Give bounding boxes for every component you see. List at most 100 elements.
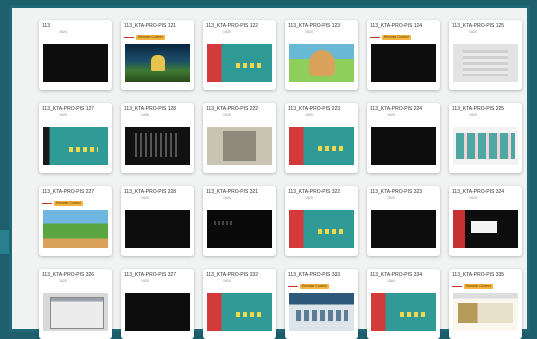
screen-thumbnail[interactable] xyxy=(43,127,108,165)
display-card[interactable]: 113_KTA-PRO-PIS 122 1920 xyxy=(203,20,276,90)
remote-control-badge[interactable]: Remote Control xyxy=(300,283,329,289)
screen-thumbnail[interactable] xyxy=(125,44,190,82)
display-card-title: 113_KTA-PRO-PIS 224 xyxy=(370,106,423,112)
display-card-title: 113_KTA-PRO-PIS 323 xyxy=(370,189,423,195)
display-card[interactable]: 113_KTA-PRO-PIS 127 1920 xyxy=(39,103,112,173)
display-card-title: 113_KTA-PRO-PIS 127 xyxy=(42,106,95,112)
screen-thumbnail[interactable] xyxy=(289,44,354,82)
screen-thumbnail[interactable] xyxy=(125,127,190,165)
display-card-title: 113_KTA-PRO-PIS 335 xyxy=(452,272,505,278)
screen-thumbnail[interactable] xyxy=(43,44,108,82)
screen-thumbnail[interactable] xyxy=(43,210,108,248)
display-card[interactable]: 113_KTA-PRO-PIS 335 Remote Control xyxy=(449,269,522,339)
display-card-resolution: 1920 xyxy=(59,30,67,34)
display-card[interactable]: 113_KTA-PRO-PIS 125 1920 xyxy=(449,20,522,90)
display-card-resolution: 1458 xyxy=(141,113,149,117)
status-line xyxy=(452,285,462,287)
display-card-title: 113 xyxy=(42,23,50,29)
display-card[interactable]: 113_KTA-PRO-PIS 123 1920 xyxy=(285,20,358,90)
screen-thumbnail[interactable] xyxy=(125,210,190,248)
screen-thumbnail[interactable] xyxy=(453,293,518,331)
display-card[interactable]: 113 1920 xyxy=(39,20,112,90)
display-card[interactable]: 113_KTA-PRO-PIS 327 1920 xyxy=(121,269,194,339)
remote-control-row: Remote Control xyxy=(124,34,165,40)
display-card-title: 113_KTA-PRO-PIS 122 xyxy=(206,23,259,29)
remote-control-badge[interactable]: Remote Control xyxy=(136,34,165,40)
display-card-resolution: 1920 xyxy=(223,113,231,117)
remote-control-row: Remote Control xyxy=(288,283,329,289)
screen-thumbnail[interactable] xyxy=(371,210,436,248)
display-card[interactable]: 113_KTA-PRO-PIS 332 1920 xyxy=(203,269,276,339)
display-card-title: 113_KTA-PRO-PIS 222 xyxy=(206,106,259,112)
display-card-title: 113_KTA-PRO-PIS 123 xyxy=(288,23,341,29)
display-card-title: 113_KTA-PRO-PIS 227 xyxy=(42,189,95,195)
display-card-resolution: 1920 xyxy=(387,196,395,200)
display-card[interactable]: 113_KTA-PRO-PIS 128 1458 xyxy=(121,103,194,173)
display-card[interactable]: 113_KTA-PRO-PIS 326 1920 xyxy=(39,269,112,339)
screen-thumbnail[interactable] xyxy=(453,127,518,165)
display-card-resolution: 1920 xyxy=(141,196,149,200)
display-card-title: 113_KTA-PRO-PIS 225 xyxy=(452,106,505,112)
display-card-resolution: 1920 xyxy=(469,30,477,34)
display-card-title: 113_KTA-PRO-PIS 326 xyxy=(42,272,95,278)
display-grid: 113 1920 113_KTA-PRO-PIS 121 Remote Control… xyxy=(39,20,522,339)
display-card-resolution: 1920 xyxy=(305,113,313,117)
display-card-resolution: 1920 xyxy=(469,113,477,117)
screen-thumbnail[interactable] xyxy=(453,210,518,248)
display-card[interactable]: 113_KTA-PRO-PIS 124 Remote Control xyxy=(367,20,440,90)
display-card[interactable]: 113_KTA-PRO-PIS 227 Remote Control xyxy=(39,186,112,256)
display-card-resolution: 1920 xyxy=(223,30,231,34)
screen-thumbnail[interactable] xyxy=(125,293,190,331)
display-card-title: 113_KTA-PRO-PIS 322 xyxy=(288,189,341,195)
display-card-resolution: 1920 xyxy=(141,279,149,283)
display-card-resolution: 1920 xyxy=(59,279,67,283)
display-card-title: 113_KTA-PRO-PIS 333 xyxy=(288,272,341,278)
display-card-title: 113_KTA-PRO-PIS 223 xyxy=(288,106,341,112)
screen-thumbnail[interactable] xyxy=(207,210,272,248)
display-card[interactable]: 113_KTA-PRO-PIS 224 1920 xyxy=(367,103,440,173)
display-card-resolution: 1364 xyxy=(387,279,395,283)
screen-thumbnail[interactable] xyxy=(207,293,272,331)
display-card[interactable]: 113_KTA-PRO-PIS 333 Remote Control xyxy=(285,269,358,339)
status-line xyxy=(288,285,298,287)
remote-control-badge[interactable]: Remote Control xyxy=(464,283,493,289)
screen-thumbnail[interactable] xyxy=(371,293,436,331)
remote-control-badge[interactable]: Remote Control xyxy=(382,34,411,40)
display-card[interactable]: 113_KTA-PRO-PIS 121 Remote Control xyxy=(121,20,194,90)
display-card[interactable]: 113_KTA-PRO-PIS 334 1364 xyxy=(367,269,440,339)
display-card-title: 113_KTA-PRO-PIS 327 xyxy=(124,272,177,278)
display-card-title: 113_KTA-PRO-PIS 332 xyxy=(206,272,259,278)
display-card-title: 113_KTA-PRO-PIS 121 xyxy=(124,23,177,29)
screen-thumbnail[interactable] xyxy=(371,44,436,82)
display-card-resolution: 1920 xyxy=(305,196,313,200)
display-card-resolution: 1924 xyxy=(469,196,477,200)
screen-thumbnail[interactable] xyxy=(453,44,518,82)
remote-control-row: Remote Control xyxy=(42,200,83,206)
display-card-title: 113_KTA-PRO-PIS 324 xyxy=(452,189,505,195)
status-line xyxy=(124,36,134,38)
status-line xyxy=(370,36,380,38)
display-card[interactable]: 113_KTA-PRO-PIS 228 1920 xyxy=(121,186,194,256)
remote-control-badge[interactable]: Remote Control xyxy=(54,200,83,206)
display-card-resolution: 1920 xyxy=(305,30,313,34)
display-card[interactable]: 113_KTA-PRO-PIS 222 1920 xyxy=(203,103,276,173)
display-card[interactable]: 113_KTA-PRO-PIS 323 1920 xyxy=(367,186,440,256)
display-card[interactable]: 113_KTA-PRO-PIS 225 1920 xyxy=(449,103,522,173)
thumbnail-panel: 113 1920 113_KTA-PRO-PIS 121 Remote Control… xyxy=(9,5,530,339)
screen-thumbnail[interactable] xyxy=(371,127,436,165)
display-card-title: 113_KTA-PRO-PIS 334 xyxy=(370,272,423,278)
screen-thumbnail[interactable] xyxy=(207,44,272,82)
display-card[interactable]: 113_KTA-PRO-PIS 324 1924 xyxy=(449,186,522,256)
display-card-resolution: 1920 xyxy=(223,196,231,200)
display-card[interactable]: 113_KTA-PRO-PIS 322 1920 xyxy=(285,186,358,256)
display-card[interactable]: 113_KTA-PRO-PIS 223 1920 xyxy=(285,103,358,173)
screen-thumbnail[interactable] xyxy=(289,210,354,248)
screen-thumbnail[interactable] xyxy=(289,293,354,331)
display-card[interactable]: 113_KTA-PRO-PIS 321 1920 xyxy=(203,186,276,256)
screen-thumbnail[interactable] xyxy=(289,127,354,165)
display-card-title: 113_KTA-PRO-PIS 128 xyxy=(124,106,177,112)
screen-thumbnail[interactable] xyxy=(43,293,108,331)
display-card-resolution: 1920 xyxy=(387,113,395,117)
status-line xyxy=(42,202,52,204)
screen-thumbnail[interactable] xyxy=(207,127,272,165)
